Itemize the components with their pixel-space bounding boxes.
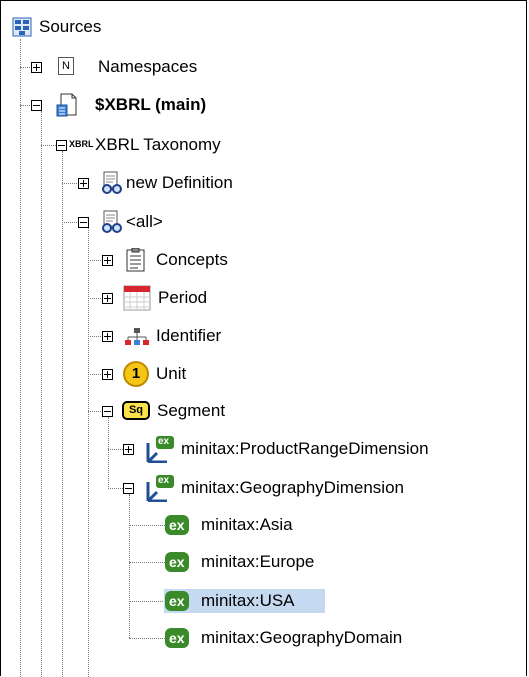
dimension-icon: ex	[145, 474, 175, 502]
node-label: Segment	[157, 401, 226, 420]
node-label: <all>	[126, 212, 163, 231]
tree-node-member-asia[interactable]: ex minitax:Asia	[1, 511, 421, 539]
node-label: Namespaces	[98, 57, 198, 76]
member-icon: ex	[165, 515, 189, 535]
collapse-icon[interactable]	[78, 217, 89, 228]
collapse-icon[interactable]	[56, 140, 67, 151]
expand-icon[interactable]	[123, 444, 134, 455]
node-label: new Definition	[126, 173, 233, 192]
tree-node-member-usa[interactable]: ex minitax:USA	[1, 587, 421, 615]
collapse-icon[interactable]	[123, 483, 134, 494]
tree-node-segment[interactable]: Sq Segment	[1, 397, 301, 425]
node-label: Sources	[39, 17, 102, 36]
document-icon	[56, 93, 77, 117]
node-label: minitax:Asia	[201, 515, 293, 534]
node-label: minitax:GeographyDomain	[201, 628, 403, 647]
tree-node-period[interactable]: Period	[1, 284, 301, 312]
tree-node-xbrl-main[interactable]: $XBRL (main)	[1, 91, 301, 119]
node-label: minitax:GeographyDimension	[181, 478, 404, 497]
sources-icon	[12, 17, 32, 37]
node-label: Identifier	[156, 326, 222, 345]
node-label: Period	[158, 288, 208, 307]
tree-node-namespaces[interactable]: N Namespaces	[1, 53, 301, 81]
tree-node-member-europe[interactable]: ex minitax:Europe	[1, 548, 421, 576]
node-label: Unit	[156, 364, 187, 383]
calendar-icon	[123, 285, 151, 311]
node-label: $XBRL (main)	[95, 95, 207, 114]
expand-icon[interactable]	[102, 293, 113, 304]
expand-icon[interactable]	[31, 62, 42, 73]
segment-icon: Sq	[122, 401, 150, 420]
node-label: XBRL Taxonomy	[95, 135, 221, 154]
source-tree[interactable]: Sources N Namespaces $XBRL (main) XBRL X…	[0, 0, 527, 677]
member-icon: ex	[165, 591, 189, 611]
tree-node-sources[interactable]: Sources	[1, 13, 301, 41]
tree-node-member-geography-domain[interactable]: ex minitax:GeographyDomain	[1, 624, 481, 652]
member-icon: ex	[165, 628, 189, 648]
xbrl-icon: XBRL	[69, 139, 94, 149]
collapse-icon[interactable]	[102, 406, 113, 417]
expand-icon[interactable]	[78, 178, 89, 189]
hierarchy-icon	[125, 328, 149, 345]
node-label: minitax:ProductRangeDimension	[181, 439, 429, 458]
tree-node-geography-dimension[interactable]: ex minitax:GeographyDimension	[1, 474, 501, 502]
tree-node-xbrl-taxonomy[interactable]: XBRL XBRL Taxonomy	[1, 131, 301, 159]
expand-icon[interactable]	[102, 331, 113, 342]
node-label: minitax:USA	[201, 591, 295, 610]
glasses-icon	[102, 171, 122, 194]
expand-icon[interactable]	[102, 369, 113, 380]
tree-node-identifier[interactable]: Identifier	[1, 322, 301, 350]
namespace-icon: N	[58, 57, 74, 75]
collapse-icon[interactable]	[31, 100, 42, 111]
tree-node-concepts[interactable]: Concepts	[1, 246, 301, 274]
node-label: minitax:Europe	[201, 552, 315, 571]
tree-node-all[interactable]: <all>	[1, 208, 301, 236]
tree-node-product-range-dimension[interactable]: ex minitax:ProductRangeDimension	[1, 435, 521, 463]
list-icon	[126, 248, 145, 272]
unit-icon: 1	[123, 361, 149, 387]
tree-node-unit[interactable]: 1 Unit	[1, 360, 301, 388]
member-icon: ex	[165, 552, 189, 572]
tree-node-new-definition[interactable]: new Definition	[1, 169, 321, 197]
expand-icon[interactable]	[102, 255, 113, 266]
node-label: Concepts	[156, 250, 228, 269]
glasses-icon	[102, 210, 122, 233]
dimension-icon: ex	[145, 435, 175, 463]
